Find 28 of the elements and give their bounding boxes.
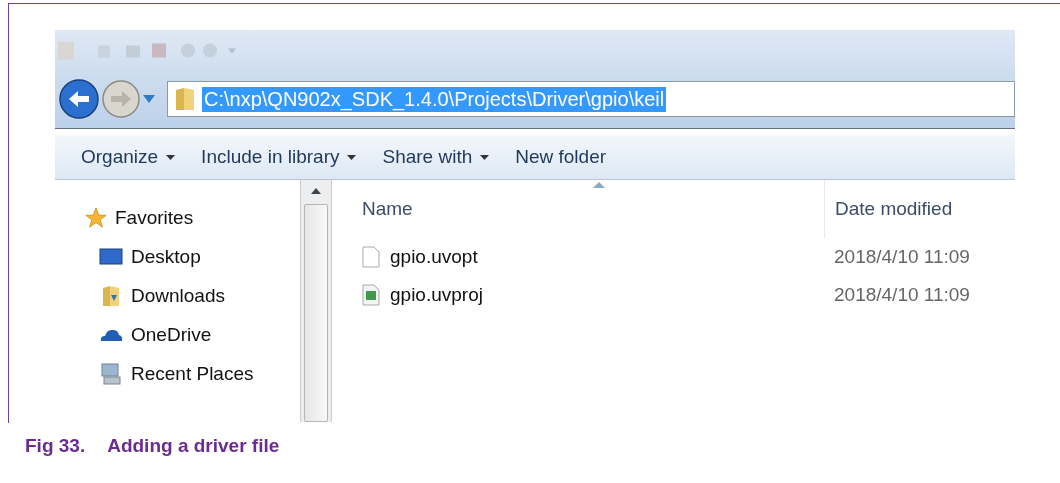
address-path: C:\nxp\QN902x_SDK_1.4.0\Projects\Driver\gpio\keil [202,86,667,112]
column-header[interactable]: Date modified [824,180,953,238]
scrollbar[interactable] [300,180,332,422]
folder-icon [174,86,196,112]
column-header[interactable]: Name [362,180,824,238]
nav-item[interactable]: Downloads [85,276,300,315]
back-button[interactable] [59,79,99,119]
project-file-icon [362,284,380,306]
command-button[interactable]: Organize [73,142,184,172]
file-name[interactable]: gpio.uvopt [362,246,834,268]
nav-item[interactable]: OneDrive [85,315,300,354]
file-date: 2018/4/10 11:09 [834,246,970,268]
nav-item[interactable]: Desktop [85,237,300,276]
figure-caption: Adding a driver file [107,435,280,457]
command-button[interactable]: New folder [507,142,615,172]
dropdown-caret-icon[interactable] [143,95,155,103]
file-date: 2018/4/10 11:09 [834,284,970,306]
recent-places-icon [99,361,123,386]
file-icon [362,246,380,268]
command-button[interactable]: Include in library [193,142,365,172]
scroll-up-arrow-icon[interactable] [311,188,321,194]
figure-number: Fig 33. [25,435,86,457]
desktop-icon [99,246,123,267]
star-icon [85,206,107,229]
command-button[interactable]: Share with [374,142,498,172]
nav-item[interactable]: Favorites [85,198,300,237]
file-name[interactable]: gpio.uvproj [362,284,834,306]
nav-item[interactable]: Recent Places [85,354,300,393]
